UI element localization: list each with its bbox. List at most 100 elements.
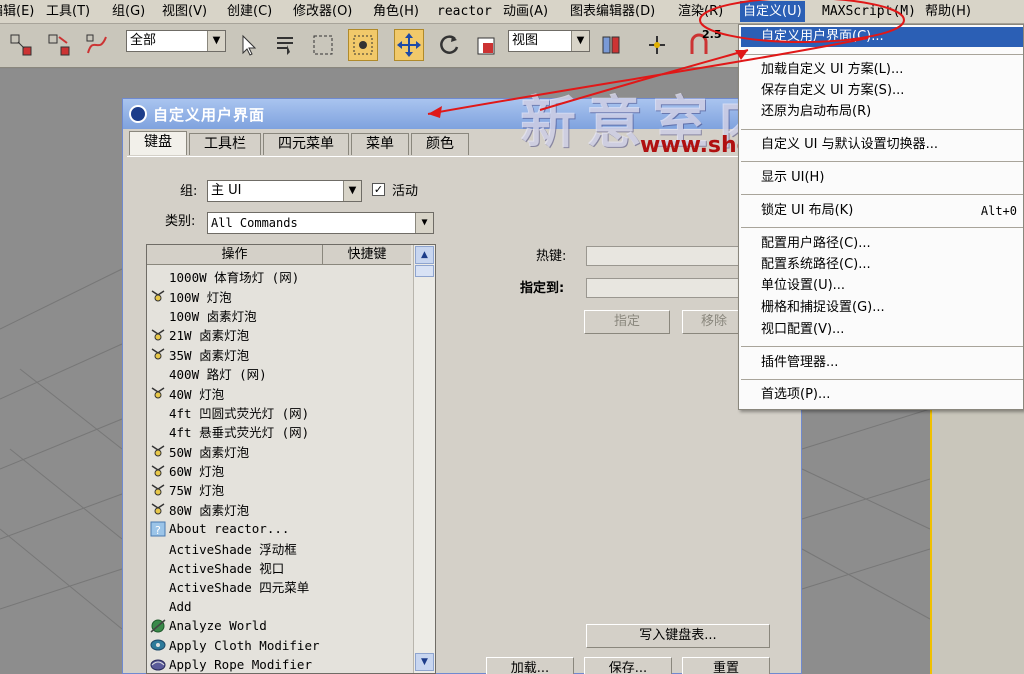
menu-item-show-ui[interactable]: 显示 UI(H) xyxy=(761,168,1023,188)
category-label: 类别: xyxy=(165,214,196,229)
assigned-to-field xyxy=(586,278,746,298)
action-list-item[interactable]: 400W 路灯 (网) xyxy=(147,364,411,383)
action-list-item[interactable]: Apply Cloth Modifier xyxy=(147,635,411,654)
action-list-item[interactable]: 35W 卤素灯泡 xyxy=(147,345,411,364)
menu-tools[interactable]: 工具(T) xyxy=(46,3,90,21)
menu-help[interactable]: 帮助(H) xyxy=(925,3,971,21)
reset-button[interactable]: 重置 xyxy=(682,657,770,674)
action-list-item[interactable]: 50W 卤素灯泡 xyxy=(147,442,411,461)
move-icon[interactable] xyxy=(394,29,424,61)
action-list-item[interactable]: 4ft 凹圆式荧光灯 (网) xyxy=(147,403,411,422)
scale-icon[interactable] xyxy=(472,29,502,61)
active-checkbox[interactable]: ✓ xyxy=(372,183,385,196)
menu-rendering[interactable]: 渲染(R) xyxy=(678,3,723,21)
action-list-item[interactable]: 21W 卤素灯泡 xyxy=(147,325,411,344)
action-list-item[interactable]: 60W 灯泡 xyxy=(147,461,411,480)
menu-item-system-paths[interactable]: 配置系统路径(C)... xyxy=(761,255,1023,275)
scroll-up-icon[interactable]: ▲ xyxy=(415,246,434,264)
unlink-selection-icon[interactable] xyxy=(44,29,74,61)
select-manipulate-icon[interactable] xyxy=(642,29,672,61)
menu-item-load-ui-scheme[interactable]: 加载自定义 UI 方案(L)... xyxy=(761,60,1023,80)
hotkey-input[interactable] xyxy=(586,246,746,266)
group-value: 主 UI xyxy=(211,183,242,198)
action-label: 21W 卤素灯泡 xyxy=(169,328,250,344)
menu-item-preferences[interactable]: 首选项(P)... xyxy=(761,385,1023,405)
action-list-item[interactable]: Analyze World xyxy=(147,616,411,635)
select-object-icon[interactable] xyxy=(234,29,264,61)
menu-item-user-paths[interactable]: 配置用户路径(C)... xyxy=(761,234,1023,254)
action-list-item[interactable]: ActiveShade 浮动框 xyxy=(147,538,411,557)
remove-button[interactable]: 移除 xyxy=(682,310,746,334)
action-list-item[interactable]: Apply Rope Modifier xyxy=(147,655,411,673)
action-rows: 1000W 体育场灯 (网) 100W 灯泡 100W 卤素灯泡 21W 卤素灯泡 35… xyxy=(147,267,411,673)
menu-item-units-setup[interactable]: 单位设置(U)... xyxy=(761,276,1023,296)
scroll-down-icon[interactable]: ▼ xyxy=(415,653,434,671)
action-list-item[interactable]: 1000W 体育场灯 (网) xyxy=(147,267,411,286)
menu-group[interactable]: 组(G) xyxy=(112,3,145,21)
action-list[interactable]: 操作 快捷键 1000W 体育场灯 (网) 100W 灯泡 100W 卤素灯泡 21W… xyxy=(146,244,436,674)
column-header-hotkey[interactable]: 快捷键 xyxy=(323,245,411,264)
menu-character[interactable]: 角色(H) xyxy=(373,3,419,21)
menu-modifiers[interactable]: 修改器(O) xyxy=(293,3,352,21)
action-label: ActiveShade 视口 xyxy=(169,561,285,577)
action-label: 75W 灯泡 xyxy=(169,483,225,499)
menu-views[interactable]: 视图(V) xyxy=(162,3,207,21)
tab-keyboard[interactable]: 键盘 xyxy=(129,131,187,155)
load-button[interactable]: 加载... xyxy=(486,657,574,674)
tab-toolbars[interactable]: 工具栏 xyxy=(189,133,261,155)
action-label: 35W 卤素灯泡 xyxy=(169,347,250,363)
write-keyboard-chart-button[interactable]: 写入键盘表... xyxy=(586,624,770,648)
menu-animation[interactable]: 动画(A) xyxy=(503,3,548,21)
action-list-item[interactable]: ActiveShade 四元菜单 xyxy=(147,577,411,596)
group-dropdown[interactable]: 主 UI ▼ xyxy=(207,180,362,202)
action-list-item[interactable]: 80W 卤素灯泡 xyxy=(147,500,411,519)
category-dropdown[interactable]: All Commands ▼ xyxy=(207,212,434,234)
action-list-item[interactable]: Add xyxy=(147,597,411,616)
menu-item-viewport-config[interactable]: 视口配置(V)... xyxy=(761,320,1023,340)
action-list-item[interactable]: 40W 灯泡 xyxy=(147,383,411,402)
menu-maxscript[interactable]: MAXScript(M) xyxy=(822,3,916,21)
action-label: 60W 灯泡 xyxy=(169,464,225,480)
tab-quad-menus[interactable]: 四元菜单 xyxy=(263,133,349,155)
action-list-item[interactable]: ? About reactor... xyxy=(147,519,411,538)
action-label: ActiveShade 四元菜单 xyxy=(169,580,310,596)
selection-filter-dropdown[interactable]: 全部 ▼ xyxy=(126,30,226,52)
menu-reactor[interactable]: reactor xyxy=(437,3,492,21)
action-list-item[interactable]: 100W 卤素灯泡 xyxy=(147,306,411,325)
menu-create[interactable]: 创建(C) xyxy=(227,3,272,21)
menu-item-customize-ui[interactable]: 自定义用户界面(C)... xyxy=(741,27,1023,47)
chevron-down-icon: ▼ xyxy=(415,213,433,233)
action-list-item[interactable]: ActiveShade 视口 xyxy=(147,558,411,577)
hotkey-label: 热键: xyxy=(536,249,567,264)
menu-item-revert-startup-layout[interactable]: 还原为启动布局(R) xyxy=(761,102,1023,122)
column-header-action[interactable]: 操作 xyxy=(147,245,323,264)
tab-colors[interactable]: 颜色 xyxy=(411,133,469,155)
menu-item-save-ui-scheme[interactable]: 保存自定义 UI 方案(S)... xyxy=(761,81,1023,101)
coord-system-value: 视图 xyxy=(512,33,539,48)
save-button[interactable]: 保存... xyxy=(584,657,672,674)
reference-coordinate-dropdown[interactable]: 视图 ▼ xyxy=(508,30,590,52)
select-by-name-icon[interactable] xyxy=(270,29,300,61)
menu-item-plugin-manager[interactable]: 插件管理器... xyxy=(761,353,1023,373)
menu-separator xyxy=(741,227,1023,228)
menu-item-ui-defaults-switcher[interactable]: 自定义 UI 与默认设置切换器... xyxy=(761,135,1023,155)
select-link-icon[interactable] xyxy=(6,29,36,61)
menu-item-grid-snap-settings[interactable]: 栅格和捕捉设置(G)... xyxy=(761,298,1023,318)
pivot-center-icon[interactable] xyxy=(596,29,626,61)
rotate-icon[interactable] xyxy=(434,29,464,61)
menu-graph-editors[interactable]: 图表编辑器(D) xyxy=(570,3,655,21)
menu-item-lock-ui-layout[interactable]: 锁定 UI 布局(K) Alt+0 xyxy=(761,201,1023,221)
menu-customize[interactable]: 自定义(U) xyxy=(740,1,805,22)
assign-button[interactable]: 指定 xyxy=(584,310,670,334)
menu-bar: 编辑(E) 工具(T) 组(G) 视图(V) 创建(C) 修改器(O) 角色(H… xyxy=(0,0,1024,24)
action-list-item[interactable]: 100W 灯泡 xyxy=(147,286,411,305)
menu-edit[interactable]: 编辑(E) xyxy=(0,3,34,21)
rectangle-selection-icon[interactable] xyxy=(308,29,338,61)
bind-space-warp-icon[interactable] xyxy=(82,29,112,61)
window-crossing-icon[interactable] xyxy=(348,29,378,61)
action-list-item[interactable]: 75W 灯泡 xyxy=(147,480,411,499)
tab-menus[interactable]: 菜单 xyxy=(351,133,409,155)
action-list-item[interactable]: 4ft 悬垂式荧光灯 (网) xyxy=(147,422,411,441)
scroll-thumb[interactable] xyxy=(415,265,434,277)
action-list-scrollbar[interactable]: ▲ ▼ xyxy=(413,245,435,673)
